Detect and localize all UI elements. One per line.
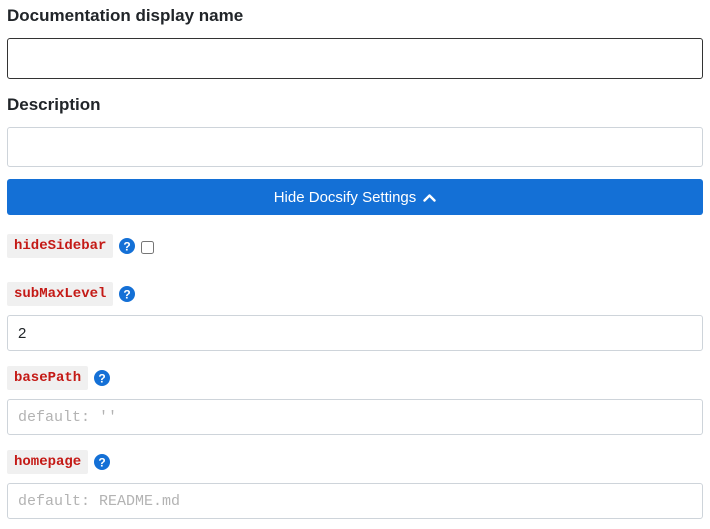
help-icon[interactable]: ? [94, 454, 111, 470]
hide-docsify-settings-label: Hide Docsify Settings [273, 188, 417, 206]
description-label: Description [7, 95, 101, 114]
homepage-label: homepage [7, 450, 89, 474]
hide-sidebar-checkbox[interactable] [141, 240, 155, 254]
hide-sidebar-label: hideSidebar [7, 234, 114, 258]
base-path-row: basePath ? [7, 366, 111, 390]
sub-max-level-row: subMaxLevel ? [7, 282, 136, 306]
base-path-label: basePath [7, 366, 89, 390]
svg-text:?: ? [99, 371, 106, 385]
sub-max-level-label: subMaxLevel [7, 282, 114, 306]
doc-name-input[interactable] [7, 38, 703, 79]
help-icon[interactable]: ? [119, 238, 136, 254]
description-input[interactable] [7, 127, 703, 167]
homepage-input[interactable] [7, 483, 703, 519]
sub-max-level-input[interactable] [7, 315, 703, 351]
hide-docsify-settings-button[interactable]: Hide Docsify Settings [7, 179, 703, 215]
help-icon[interactable]: ? [119, 286, 136, 302]
homepage-row: homepage ? [7, 450, 111, 474]
svg-text:?: ? [99, 455, 106, 469]
svg-text:?: ? [124, 287, 131, 301]
doc-name-label: Documentation display name [7, 6, 244, 25]
hide-sidebar-row: hideSidebar ? [7, 234, 155, 258]
chevron-up-icon [423, 193, 436, 202]
svg-text:?: ? [124, 239, 131, 253]
help-icon[interactable]: ? [94, 370, 111, 386]
base-path-input[interactable] [7, 399, 703, 435]
